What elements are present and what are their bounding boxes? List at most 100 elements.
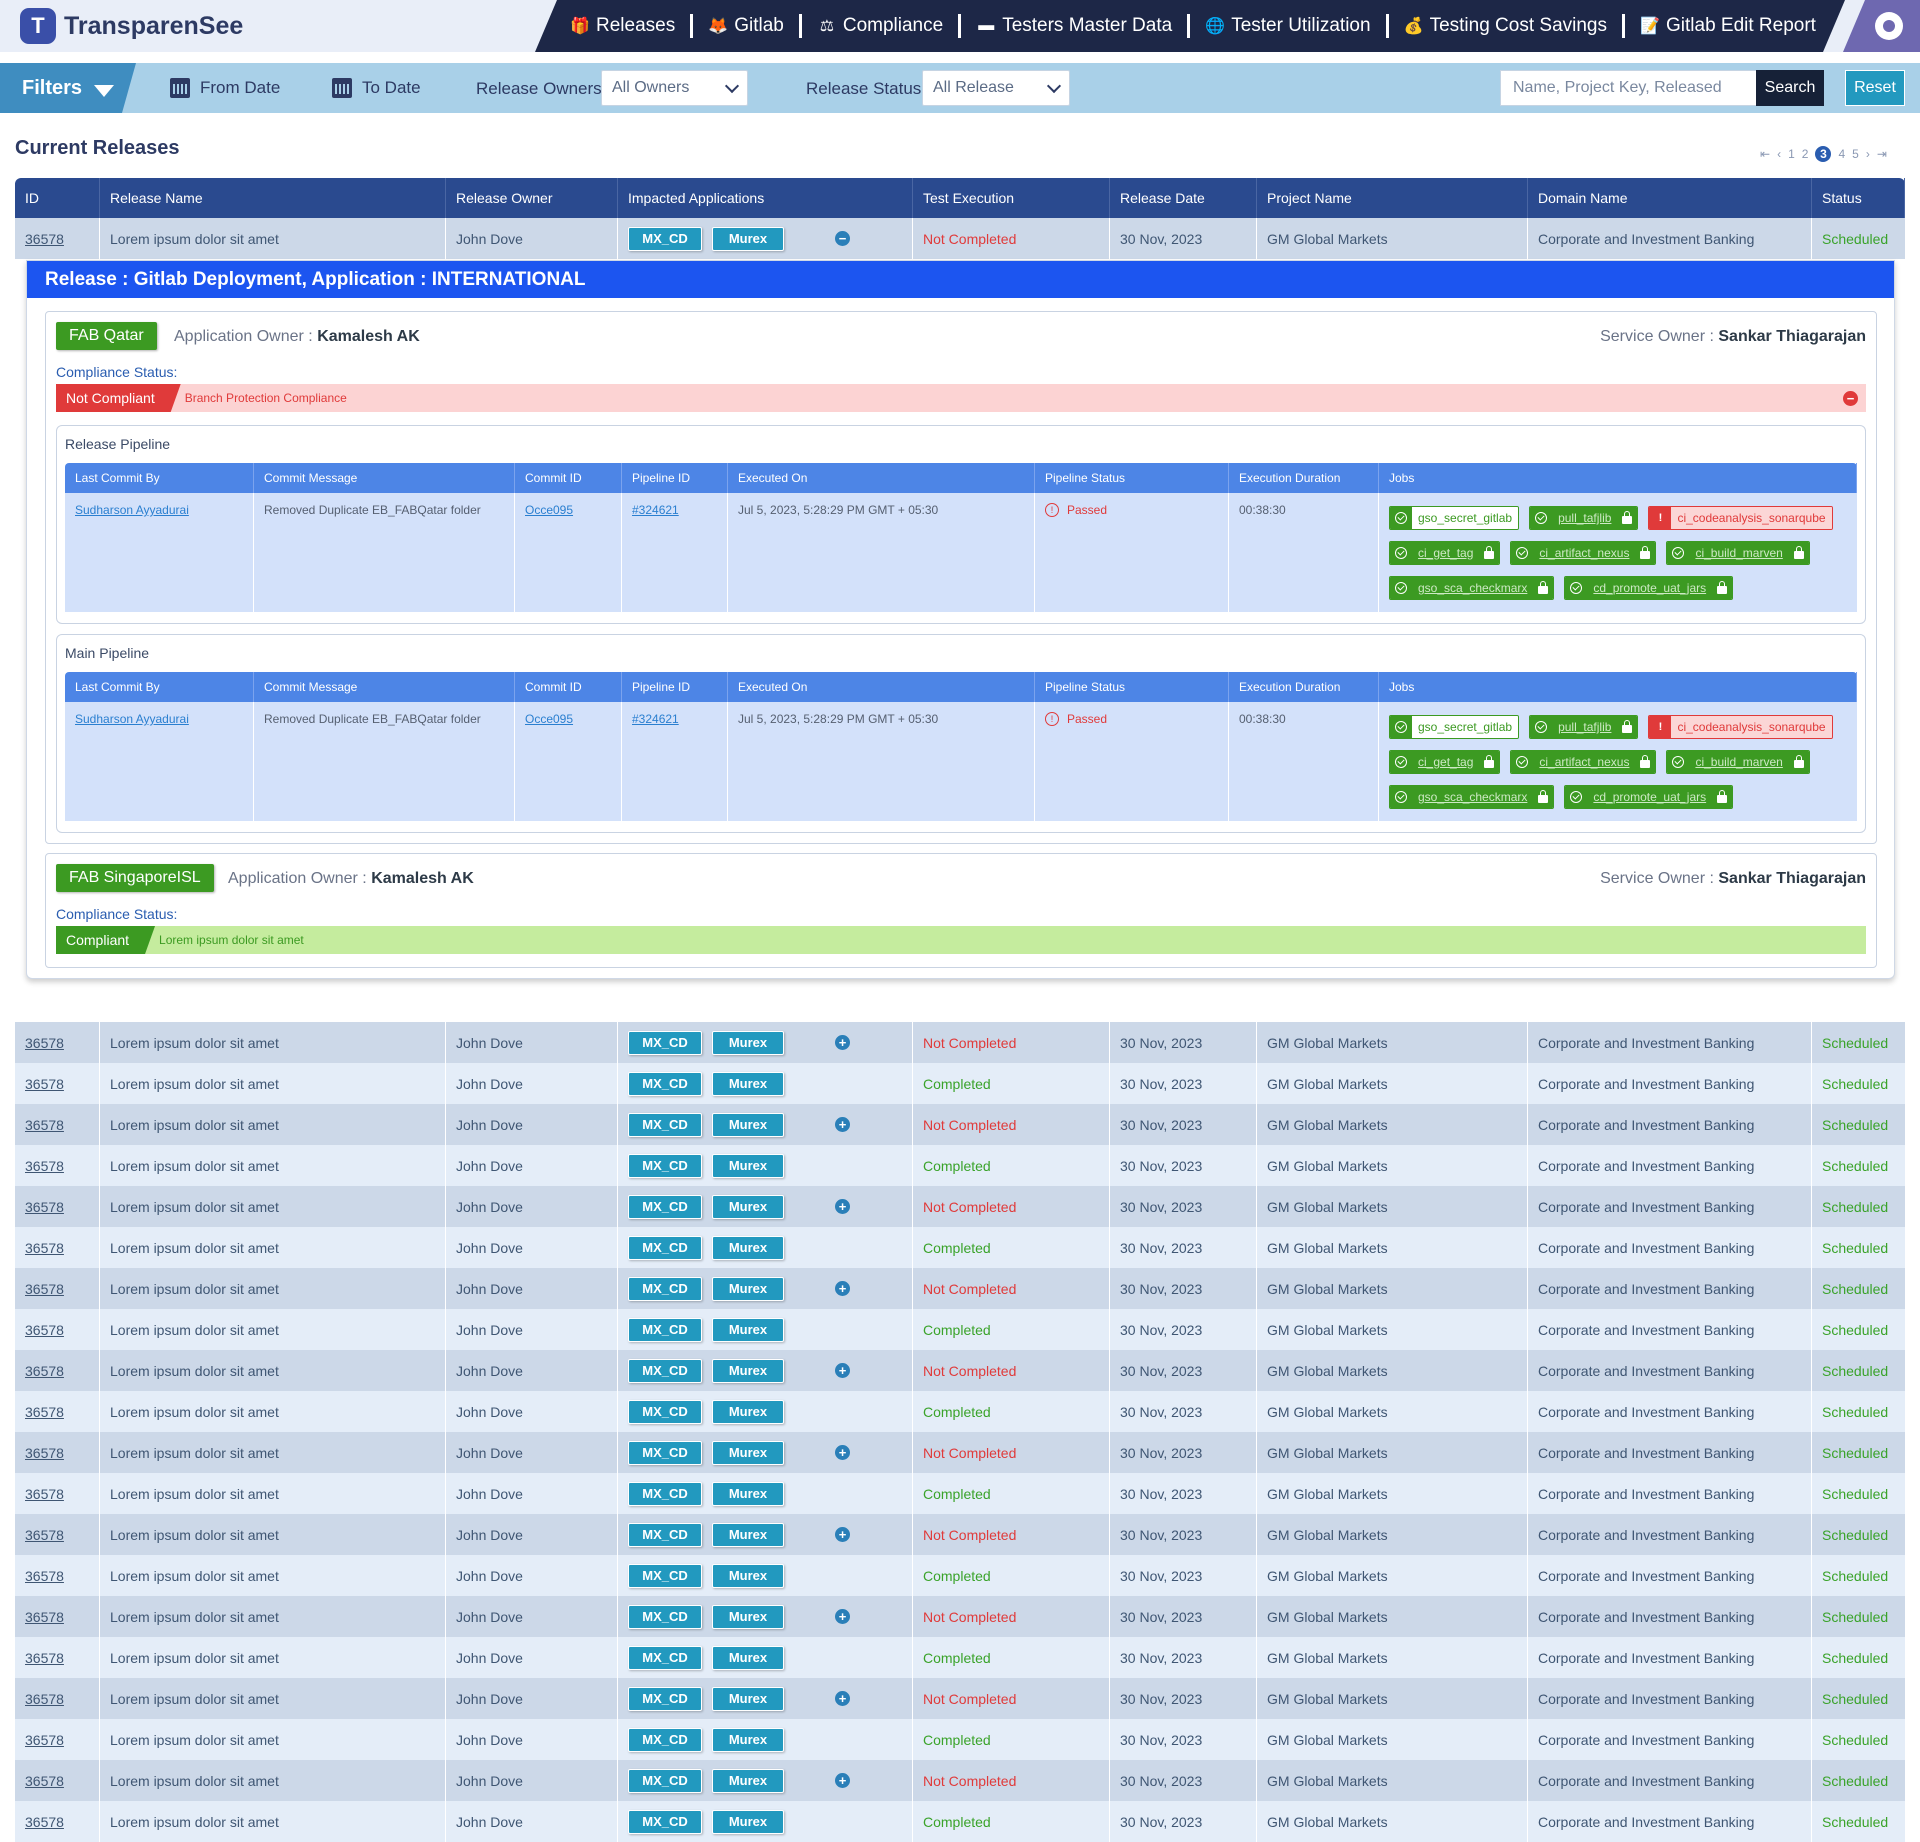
release-id-link[interactable]: 36578 <box>25 1814 64 1830</box>
release-id-link[interactable]: 36578 <box>25 1281 64 1297</box>
job-chip[interactable]: pull_tafjlib <box>1529 506 1639 530</box>
commit-id-link[interactable]: Occe095 <box>525 503 573 517</box>
job-chip[interactable]: cd_promote_uat_jars <box>1564 785 1734 809</box>
column-header[interactable]: Impacted Applications <box>618 178 913 218</box>
lock-icon[interactable] <box>1712 786 1733 808</box>
lock-icon[interactable] <box>1617 507 1638 529</box>
last-page-icon[interactable]: ⇥ <box>1877 147 1887 161</box>
job-chip[interactable]: ci_artifact_nexus <box>1510 541 1657 565</box>
app-chip[interactable]: Murex <box>712 1686 784 1711</box>
job-chip[interactable]: cd_promote_uat_jars <box>1564 576 1734 600</box>
app-chip[interactable]: MX_CD <box>628 1645 702 1670</box>
release-id-link[interactable]: 36578 <box>25 1035 64 1051</box>
expand-icon[interactable]: + <box>835 1035 850 1050</box>
job-chip[interactable]: gso_sca_checkmarx <box>1389 785 1555 809</box>
app-chip[interactable]: MX_CD <box>628 1604 702 1629</box>
table-row[interactable]: 36578 Lorem ipsum dolor sit amet John Dove… <box>15 1227 1905 1268</box>
table-row[interactable]: 36578 Lorem ipsum dolor sit amet John Dove… <box>15 1391 1905 1432</box>
lock-icon[interactable] <box>1788 542 1809 564</box>
app-chip[interactable]: MX_CD <box>628 1727 702 1752</box>
app-chip[interactable]: Murex <box>712 1358 784 1383</box>
table-row[interactable]: 36578 Lorem ipsum dolor sit amet John Dove… <box>15 1719 1905 1760</box>
prev-page-icon[interactable]: ‹ <box>1777 147 1781 161</box>
app-chip[interactable]: Murex <box>712 1071 784 1096</box>
table-row[interactable]: 36578 Lorem ipsum dolor sit amet John Dove… <box>15 1309 1905 1350</box>
app-chip[interactable]: MX_CD <box>628 1563 702 1588</box>
app-chip[interactable]: MX_CD <box>628 1399 702 1424</box>
commit-id-link[interactable]: Occe095 <box>525 712 573 726</box>
nav-testing-cost-savings[interactable]: 💰 Testing Cost Savings <box>1389 14 1625 38</box>
release-id-link[interactable]: 36578 <box>25 1486 64 1502</box>
column-header[interactable]: Release Name <box>100 178 446 218</box>
application-name-badge[interactable]: FAB SingaporeISL <box>56 864 214 892</box>
column-header[interactable]: Release Owner <box>446 178 618 218</box>
nav-releases[interactable]: 🎁 Releases <box>555 14 693 38</box>
release-id-link[interactable]: 36578 <box>25 1527 64 1543</box>
app-chip[interactable]: Murex <box>712 1030 784 1055</box>
expand-icon[interactable]: + <box>835 1527 850 1542</box>
app-chip[interactable]: Murex <box>712 1727 784 1752</box>
release-id-link[interactable]: 36578 <box>25 1199 64 1215</box>
lock-icon[interactable] <box>1635 542 1656 564</box>
release-owners-select[interactable]: All Owners <box>601 70 748 106</box>
table-row[interactable]: 36578 Lorem ipsum dolor sit amet John Dove… <box>15 1186 1905 1227</box>
table-row[interactable]: 36578 Lorem ipsum dolor sit amet John Dove… <box>15 1350 1905 1391</box>
next-page-icon[interactable]: › <box>1866 147 1870 161</box>
app-chip[interactable]: MX_CD <box>628 1358 702 1383</box>
release-id-link[interactable]: 36578 <box>25 1322 64 1338</box>
release-id-link[interactable]: 36578 <box>25 1240 64 1256</box>
release-id-link[interactable]: 36578 <box>25 1691 64 1707</box>
lock-icon[interactable] <box>1712 577 1733 599</box>
table-row[interactable]: 36578 Lorem ipsum dolor sit amet John Dove… <box>15 1801 1905 1842</box>
from-date-picker[interactable]: From Date <box>170 78 280 98</box>
expand-icon[interactable]: + <box>835 1199 850 1214</box>
job-chip[interactable]: gso_secret_gitlab <box>1389 715 1520 739</box>
lock-icon[interactable] <box>1479 751 1500 773</box>
job-chip[interactable]: ! ci_codeanalysis_sonarqube <box>1648 715 1833 739</box>
current-page[interactable]: 3 <box>1815 146 1832 162</box>
job-chip[interactable]: pull_tafjlib <box>1529 715 1639 739</box>
app-chip[interactable]: Murex <box>712 1153 784 1178</box>
release-id-link[interactable]: 36578 <box>25 1076 64 1092</box>
nav-gitlab[interactable]: 🦊 Gitlab <box>693 14 802 38</box>
app-chip[interactable]: Murex <box>712 1317 784 1342</box>
release-id-link[interactable]: 36578 <box>25 1363 64 1379</box>
release-id-link[interactable]: 36578 <box>25 1609 64 1625</box>
app-chip[interactable]: MX_CD <box>628 1317 702 1342</box>
search-input[interactable]: Name, Project Key, Released <box>1500 70 1758 106</box>
lock-icon[interactable] <box>1479 542 1500 564</box>
app-chip[interactable]: Murex <box>712 1809 784 1834</box>
app-chip[interactable]: Murex <box>712 1235 784 1260</box>
release-id-link[interactable]: 36578 <box>25 1773 64 1789</box>
table-row[interactable]: 36578 Lorem ipsum dolor sit amet John Dove… <box>15 1760 1905 1801</box>
app-chip[interactable]: MX_CD <box>628 1686 702 1711</box>
app-chip[interactable]: MX_CD <box>628 1071 702 1096</box>
app-chip[interactable]: MX_CD <box>628 1276 702 1301</box>
table-row-expanded[interactable]: 36578 Lorem ipsum dolor sit amet John Do… <box>15 218 1905 259</box>
release-id-link[interactable]: 36578 <box>25 1158 64 1174</box>
search-button[interactable]: Search <box>1756 70 1824 106</box>
nav-compliance[interactable]: ⚖ Compliance <box>802 14 961 38</box>
column-header[interactable]: Project Name <box>1257 178 1528 218</box>
table-row[interactable]: 36578 Lorem ipsum dolor sit amet John Dove… <box>15 1514 1905 1555</box>
app-chip[interactable]: Murex <box>712 1194 784 1219</box>
table-row[interactable]: 36578 Lorem ipsum dolor sit amet John Dove… <box>15 1432 1905 1473</box>
job-chip[interactable]: ci_artifact_nexus <box>1510 750 1657 774</box>
app-chip[interactable]: MX_CD <box>628 1030 702 1055</box>
user-menu[interactable] <box>1843 0 1920 52</box>
table-row[interactable]: 36578 Lorem ipsum dolor sit amet John Dove… <box>15 1063 1905 1104</box>
expand-icon[interactable]: + <box>835 1445 850 1460</box>
application-name-badge[interactable]: FAB Qatar <box>56 322 157 350</box>
lock-icon[interactable] <box>1533 786 1554 808</box>
lock-icon[interactable] <box>1635 751 1656 773</box>
table-row[interactable]: 36578 Lorem ipsum dolor sit amet John Dove… <box>15 1104 1905 1145</box>
app-chip[interactable]: Murex <box>712 1276 784 1301</box>
job-chip[interactable]: ci_build_marven <box>1666 541 1810 565</box>
job-chip[interactable]: gso_sca_checkmarx <box>1389 576 1555 600</box>
collapse-icon[interactable]: − <box>835 231 850 246</box>
reset-button[interactable]: Reset <box>1845 70 1905 106</box>
commit-author-link[interactable]: Sudharson Ayyadurai <box>75 712 189 726</box>
release-id-link[interactable]: 36578 <box>25 1650 64 1666</box>
app-chip[interactable]: Murex <box>712 226 784 251</box>
expand-icon[interactable]: + <box>835 1691 850 1706</box>
